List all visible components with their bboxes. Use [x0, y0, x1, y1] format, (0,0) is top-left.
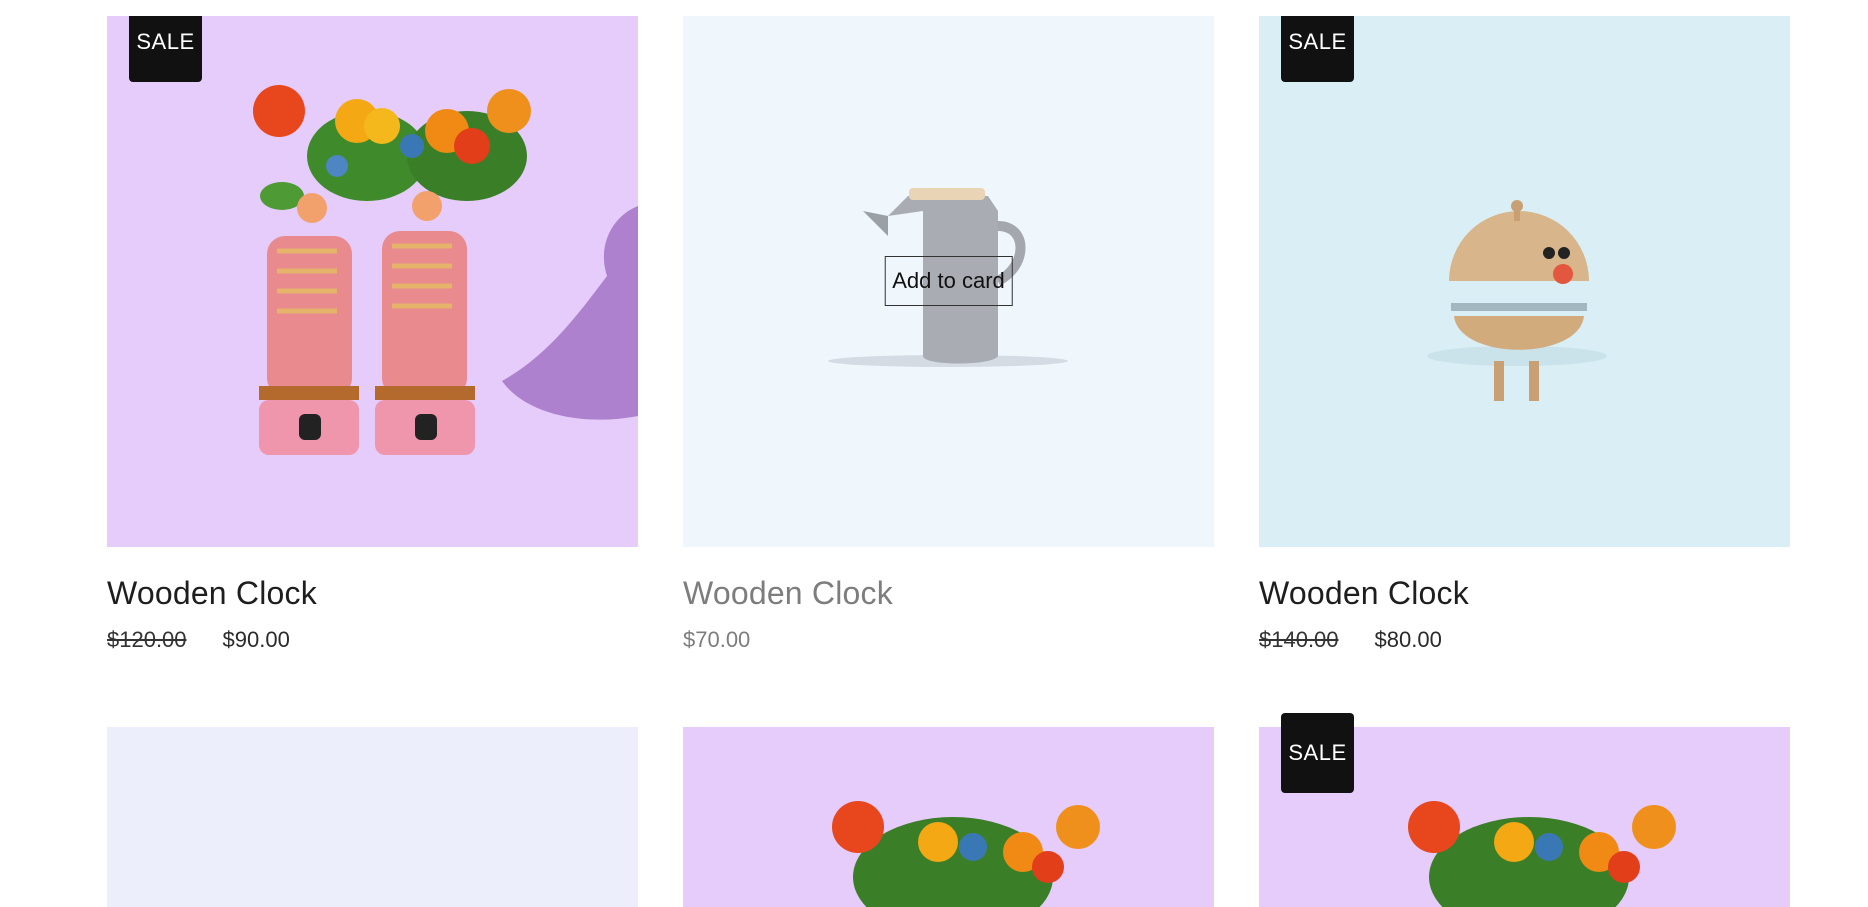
- sale-price: $90.00: [222, 627, 290, 652]
- price-row: $140.00 $80.00: [1259, 627, 1790, 653]
- price-row: $70.00: [683, 627, 1214, 653]
- product-card[interactable]: [683, 727, 1214, 907]
- product-card[interactable]: SALE: [1259, 713, 1790, 907]
- product-title[interactable]: Wooden Clock: [683, 575, 1214, 612]
- product-image[interactable]: [683, 727, 1214, 907]
- product-card[interactable]: SALE Wooden Clock $140.00 $80.00: [1259, 16, 1790, 653]
- add-to-cart-button[interactable]: Add to card: [884, 256, 1013, 306]
- product-title[interactable]: Wooden Clock: [1259, 575, 1790, 612]
- sale-badge: SALE: [1281, 713, 1354, 793]
- roller-skates-image: [253, 85, 638, 455]
- product-title[interactable]: Wooden Clock: [107, 575, 638, 612]
- original-price: $140.00: [1259, 627, 1339, 652]
- sale-price: $80.00: [1374, 627, 1442, 652]
- sale-badge: SALE: [129, 16, 202, 82]
- product-image[interactable]: SALE: [1259, 713, 1790, 907]
- product-image[interactable]: Add to card: [683, 16, 1214, 547]
- price-row: $120.00 $90.00: [107, 627, 638, 653]
- product-image[interactable]: [107, 727, 638, 907]
- product-card[interactable]: Add to card Wooden Clock $70.00: [683, 16, 1214, 653]
- product-card[interactable]: [107, 727, 638, 907]
- product-card[interactable]: SALE Wooden Clock $120.00 $90.00: [107, 16, 638, 653]
- wooden-figure-image: [1427, 200, 1607, 401]
- product-image[interactable]: SALE: [107, 16, 638, 547]
- price: $70.00: [683, 627, 751, 652]
- sale-badge: SALE: [1281, 16, 1354, 82]
- original-price: $120.00: [107, 627, 187, 652]
- product-image[interactable]: SALE: [1259, 16, 1790, 547]
- flowers-image: [832, 801, 1100, 907]
